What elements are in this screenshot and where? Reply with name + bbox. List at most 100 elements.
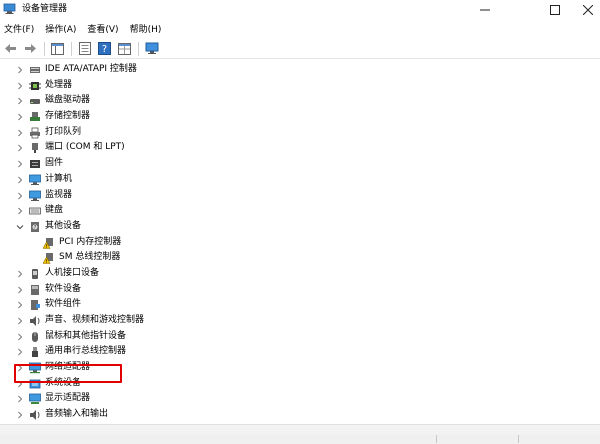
tree-category-item[interactable]: ? 其他设备 bbox=[0, 219, 600, 235]
tree-category-item[interactable]: 音频输入和输出 bbox=[0, 407, 600, 423]
tree-item-label: PCI 内存控制器 bbox=[59, 236, 122, 247]
menu-view[interactable]: 查看(V) bbox=[85, 23, 123, 37]
tree-category-item[interactable]: 计算机 bbox=[0, 172, 600, 188]
maximize-button[interactable] bbox=[532, 0, 578, 20]
show-hide-tree-button[interactable] bbox=[49, 41, 66, 57]
hid-icon bbox=[32, 268, 38, 279]
tree-child-item[interactable]: PCI 内存控制器 bbox=[0, 235, 600, 251]
properties-button[interactable] bbox=[76, 41, 93, 57]
horizontal-scrollbar[interactable] bbox=[0, 424, 600, 434]
chevron-right-icon[interactable] bbox=[16, 411, 24, 419]
mouse-icon bbox=[32, 331, 38, 342]
console-tree-icon bbox=[51, 42, 64, 55]
chevron-right-icon[interactable] bbox=[16, 395, 24, 403]
tree-category-item[interactable]: 打印队列 bbox=[0, 125, 600, 141]
close-button[interactable] bbox=[576, 0, 600, 20]
view-button[interactable] bbox=[116, 41, 133, 57]
tree-item-label: IDE ATA/ATAPI 控制器 bbox=[45, 64, 137, 74]
display-adapter-icon bbox=[29, 394, 41, 405]
tree-item-label: 软件组件 bbox=[45, 299, 82, 310]
tree-category-item[interactable]: 人机接口设备 bbox=[0, 266, 600, 282]
computer-icon bbox=[29, 174, 41, 185]
forward-button[interactable] bbox=[22, 41, 39, 57]
close-icon bbox=[583, 5, 593, 15]
chevron-right-icon[interactable] bbox=[16, 333, 24, 341]
menu-file[interactable]: 文件(F) bbox=[2, 23, 39, 37]
menu-action[interactable]: 操作(A) bbox=[43, 23, 81, 37]
window-title: 设备管理器 bbox=[22, 4, 68, 14]
minimize-icon bbox=[480, 9, 490, 11]
chevron-right-icon[interactable] bbox=[16, 97, 24, 105]
tree-category-item[interactable]: IDE ATA/ATAPI 控制器 bbox=[0, 62, 600, 78]
audio-io-icon bbox=[30, 410, 40, 421]
back-arrow-icon bbox=[5, 44, 16, 53]
status-bar bbox=[0, 434, 600, 444]
chevron-right-icon[interactable] bbox=[16, 270, 24, 278]
chevron-right-icon[interactable] bbox=[16, 207, 24, 215]
chevron-right-icon[interactable] bbox=[16, 301, 24, 309]
tree-item-label: 人机接口设备 bbox=[45, 267, 100, 278]
tree-category-item[interactable]: 监视器 bbox=[0, 188, 600, 204]
tree-category-item[interactable]: 通用串行总线控制器 bbox=[0, 344, 600, 360]
tree-item-label: 存储控制器 bbox=[45, 111, 91, 122]
tree-category-item[interactable]: 处理器 bbox=[0, 78, 600, 94]
chevron-right-icon[interactable] bbox=[16, 82, 24, 90]
chevron-down-icon[interactable] bbox=[16, 223, 24, 231]
tree-category-item[interactable]: 磁盘驱动器 bbox=[0, 93, 600, 109]
scan-hardware-button[interactable] bbox=[143, 41, 160, 57]
tree-item-label: 软件设备 bbox=[45, 283, 82, 294]
status-divider bbox=[518, 435, 519, 443]
grid-view-icon bbox=[118, 42, 131, 55]
chevron-right-icon[interactable] bbox=[16, 286, 24, 294]
help-icon: ? bbox=[98, 42, 111, 55]
tree-category-item[interactable]: 软件设备 bbox=[0, 282, 600, 298]
back-button[interactable] bbox=[2, 41, 19, 57]
tree-item-label: SM 总线控制器 bbox=[59, 252, 121, 263]
toolbar-separator bbox=[138, 41, 139, 56]
tree-item-label: 鼠标和其他指针设备 bbox=[45, 330, 127, 341]
maximize-icon bbox=[550, 5, 560, 15]
tree-category-item[interactable]: 显示适配器 bbox=[0, 391, 600, 407]
chevron-right-icon[interactable] bbox=[16, 348, 24, 356]
port-icon bbox=[32, 143, 38, 154]
toolbar-separator bbox=[44, 41, 45, 56]
toolbar: ? bbox=[0, 39, 600, 59]
chevron-right-icon[interactable] bbox=[16, 66, 24, 74]
firmware-icon bbox=[30, 160, 40, 169]
forward-arrow-icon bbox=[25, 44, 36, 53]
status-divider bbox=[436, 435, 437, 443]
tree-category-item[interactable]: 固件 bbox=[0, 156, 600, 172]
tree-item-label: 固件 bbox=[45, 158, 64, 169]
tree-item-label: 监视器 bbox=[45, 189, 73, 200]
chevron-right-icon[interactable] bbox=[16, 113, 24, 121]
chevron-right-icon[interactable] bbox=[16, 192, 24, 200]
chevron-right-icon[interactable] bbox=[16, 176, 24, 184]
usb-icon bbox=[32, 347, 38, 358]
svg-text:?: ? bbox=[34, 225, 37, 231]
chevron-right-icon[interactable] bbox=[16, 129, 24, 137]
tree-category-item[interactable]: 软件组件 bbox=[0, 297, 600, 313]
properties-icon bbox=[78, 42, 91, 55]
tree-item-label: 声音、视频和游戏控制器 bbox=[45, 315, 145, 325]
menu-help[interactable]: 帮助(H) bbox=[128, 23, 167, 37]
tree-category-item[interactable]: 键盘 bbox=[0, 203, 600, 219]
processor-icon bbox=[29, 81, 41, 90]
chevron-right-icon[interactable] bbox=[16, 317, 24, 325]
device-manager-icon bbox=[3, 3, 16, 14]
tree-child-item[interactable]: SM 总线控制器 bbox=[0, 250, 600, 266]
tree-category-item[interactable]: 端口 (COM 和 LPT) bbox=[0, 140, 600, 156]
sound-icon bbox=[30, 316, 40, 326]
minimize-button[interactable] bbox=[462, 0, 508, 20]
tree-item-label: 处理器 bbox=[45, 79, 73, 90]
software-device-icon bbox=[31, 284, 39, 295]
chevron-right-icon[interactable] bbox=[16, 160, 24, 168]
tree-category-item[interactable]: 鼠标和其他指针设备 bbox=[0, 329, 600, 345]
help-button[interactable]: ? bbox=[96, 41, 113, 57]
tree-item-label: 键盘 bbox=[45, 205, 64, 216]
chevron-right-icon[interactable] bbox=[16, 144, 24, 152]
tree-item-label: 其他设备 bbox=[45, 220, 82, 231]
tree-category-item[interactable]: 存储控制器 bbox=[0, 109, 600, 125]
tree-category-item[interactable]: 声音、视频和游戏控制器 bbox=[0, 313, 600, 329]
svg-text:?: ? bbox=[102, 44, 107, 55]
monitor-icon bbox=[29, 190, 41, 201]
